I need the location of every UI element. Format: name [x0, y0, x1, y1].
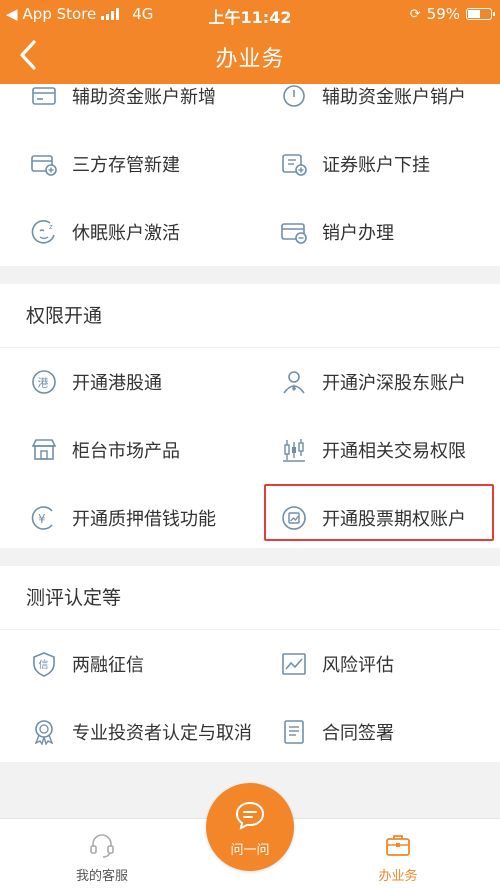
tab-label: 我的客服	[75, 869, 128, 884]
chat-bubble-icon	[235, 801, 265, 830]
grid-item-otc-products[interactable]: 柜台市场产品	[0, 416, 250, 484]
grid-item-dormant-activate[interactable]: z 休眠账户激活	[0, 198, 250, 266]
grid-item-label: 开通质押借钱功能	[72, 509, 216, 530]
bank-card-add-icon	[31, 155, 57, 176]
credit-shield-icon: 信	[33, 652, 55, 677]
person-icon	[283, 371, 305, 394]
grid-item-label: 专业投资者认定与取消	[72, 723, 252, 744]
tab-label: 办业务	[378, 869, 418, 884]
grid-item-margin-credit[interactable]: 信 两融征信	[0, 630, 250, 698]
grid-item-label: 休眠账户激活	[72, 223, 180, 244]
grid-item-label: 辅助资金账户新增	[72, 87, 216, 108]
grid-item-hk-connect[interactable]: 港 开通港股通	[0, 348, 250, 416]
grid-item-contract-signing[interactable]: 合同签署	[250, 698, 500, 766]
hk-badge-icon: 港	[32, 370, 56, 394]
grid-item-trading-permissions[interactable]: 开通相关交易权限	[250, 416, 500, 484]
securities-link-icon	[282, 154, 307, 176]
yen-coin-icon: ¥	[31, 506, 53, 530]
highlight-box	[264, 484, 494, 541]
grid-item-label: 开通相关交易权限	[322, 441, 466, 462]
grid-item-label: 销户办理	[322, 223, 394, 244]
svg-text:z: z	[49, 223, 53, 231]
grid-item-pledge-loan[interactable]: ¥ 开通质押借钱功能	[0, 484, 250, 552]
ask-button[interactable]: 问一问	[206, 783, 294, 871]
sleep-face-icon: z	[31, 220, 55, 244]
card-plus-icon	[32, 87, 56, 105]
tab-customer-service[interactable]: 我的客服	[42, 819, 162, 889]
orientation-lock-icon: ⟳	[409, 6, 421, 22]
battery-percent: 59%	[426, 5, 460, 23]
award-badge-icon	[34, 720, 54, 746]
grid-item-shareholder-account[interactable]: 开通沪深股东账户	[250, 348, 500, 416]
svg-text:信: 信	[39, 659, 49, 671]
candlestick-icon	[283, 439, 305, 462]
grid-item-aux-fund-close[interactable]: 辅助资金账户销户	[250, 62, 500, 130]
section-title: 权限开通	[0, 284, 500, 348]
grid-item-label: 合同签署	[322, 723, 394, 744]
headset-icon	[90, 834, 114, 858]
assessment-section: 测评认定等 信 两融征信 风险评估 专业投资者认定与取消 合同签署	[0, 566, 500, 762]
tab-business[interactable]: 办业务	[338, 819, 458, 889]
section-title: 测评认定等	[0, 566, 500, 630]
card-cancel-icon	[281, 223, 307, 244]
grid-item-securities-link[interactable]: 证券账户下挂	[250, 130, 500, 198]
grid-item-label: 两融征信	[72, 655, 144, 676]
svg-text:港: 港	[38, 377, 49, 390]
grid-item-label: 柜台市场产品	[72, 441, 180, 462]
ask-button-label: 问一问	[230, 843, 270, 858]
grid-item-label: 三方存管新建	[72, 155, 180, 176]
grid-item-third-party-custody[interactable]: 三方存管新建	[0, 130, 250, 198]
grid-item-label: 辅助资金账户销户	[322, 87, 466, 108]
document-icon	[284, 720, 304, 744]
briefcase-icon	[386, 835, 410, 856]
grid-item-label: 开通港股通	[72, 373, 162, 394]
account-services-section: 辅助资金账户新增 辅助资金账户销户 三方存管新建 证券账户下挂 z 休眠账户激活…	[0, 84, 500, 266]
grid-item-label: 开通沪深股东账户	[322, 373, 466, 394]
grid-item-close-account[interactable]: 销户办理	[250, 198, 500, 266]
store-icon	[31, 439, 57, 460]
status-bar: ◀ App Store 4G 上午11:42 ⟳ 59%	[0, 0, 500, 28]
grid-item-risk-assessment[interactable]: 风险评估	[250, 630, 500, 698]
grid-item-professional-investor[interactable]: 专业投资者认定与取消	[0, 698, 252, 766]
grid-item-label: 风险评估	[322, 655, 394, 676]
grid-item-label: 证券账户下挂	[322, 155, 430, 176]
card-minus-icon	[283, 85, 305, 107]
battery-icon	[466, 8, 495, 20]
grid-item-aux-fund-add[interactable]: 辅助资金账户新增	[0, 62, 250, 130]
svg-text:¥: ¥	[38, 512, 46, 526]
risk-chart-icon	[282, 653, 306, 675]
